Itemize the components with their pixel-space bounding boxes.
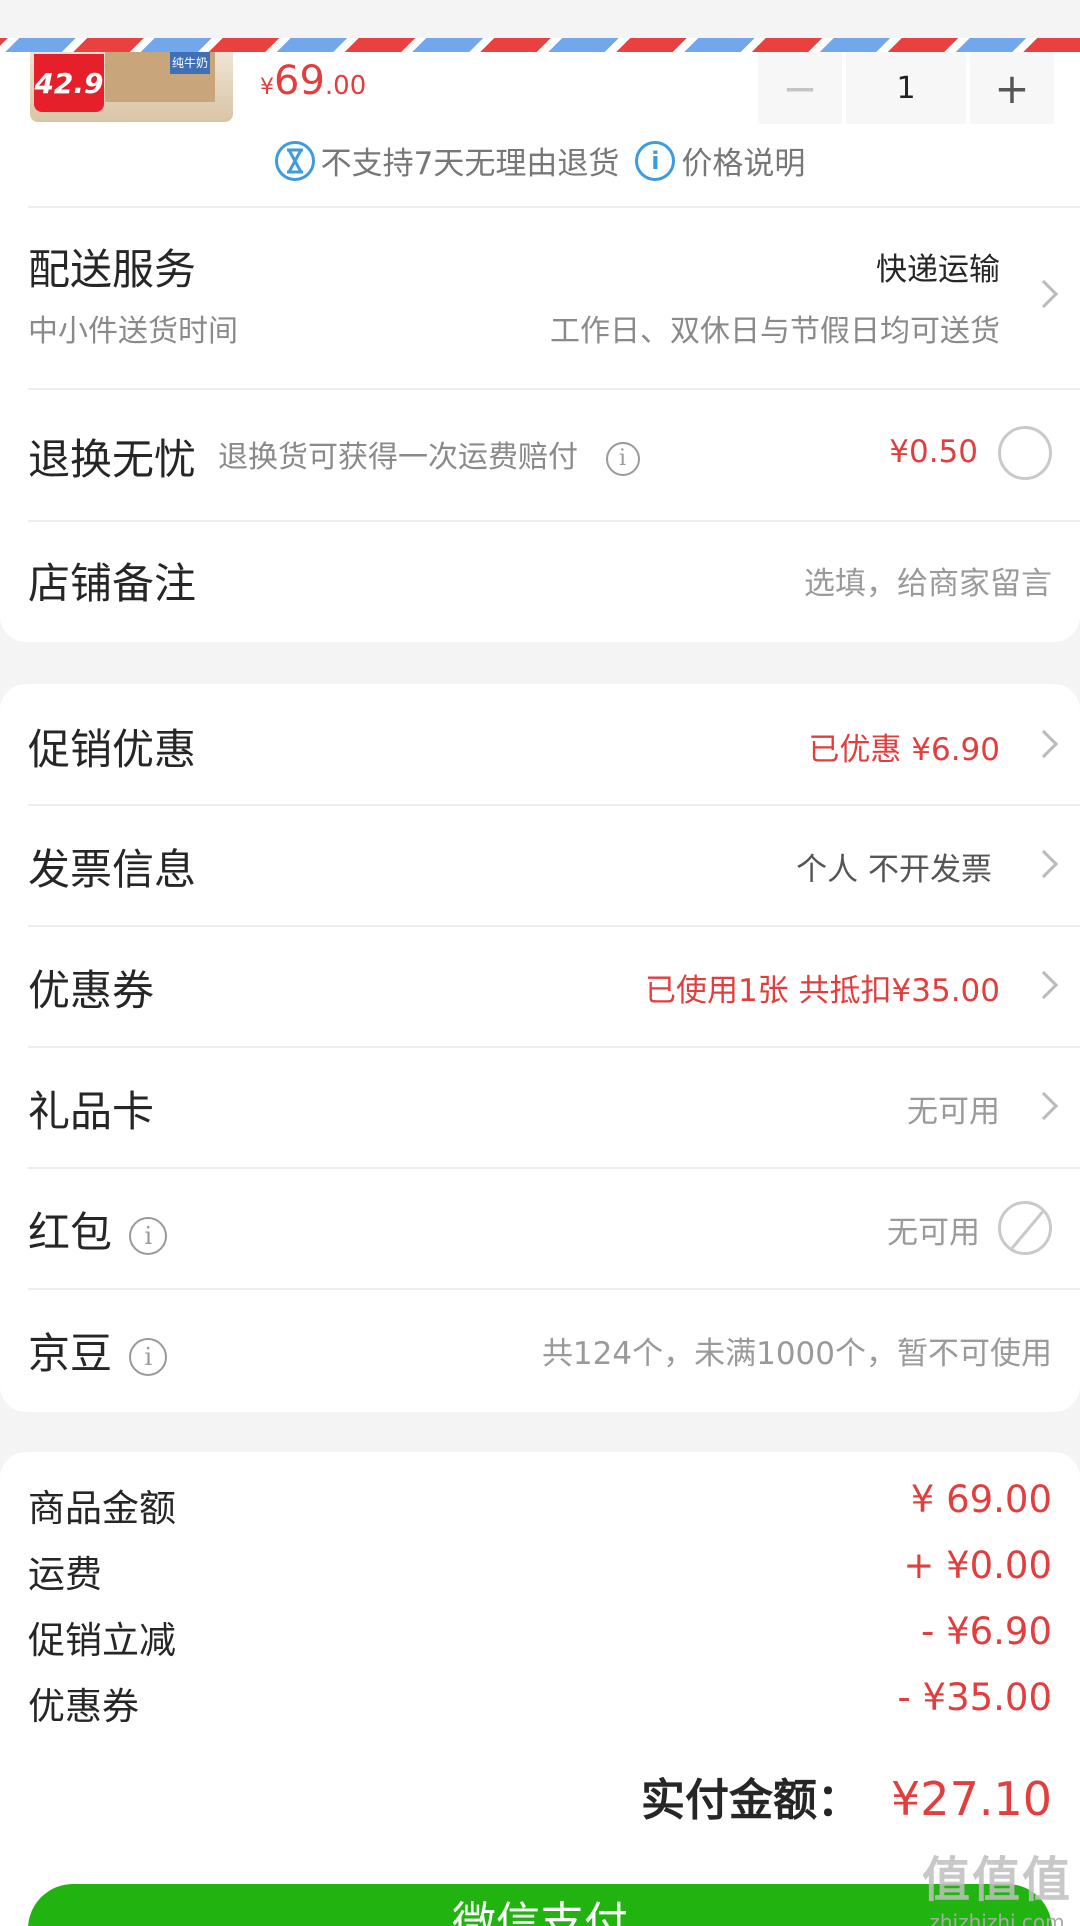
price-decimal: .00 bbox=[324, 71, 367, 101]
chevron-right-icon bbox=[1029, 729, 1059, 759]
gift-card-value: 无可用 bbox=[907, 1094, 1000, 1130]
delivery-value: 快递运输 bbox=[876, 252, 1000, 288]
summary-row: 促销立减 - ¥6.90 bbox=[28, 1610, 1052, 1662]
watermark: 值值值 zhizhizhi.com bbox=[922, 1840, 1072, 1926]
delivery-service-row[interactable]: 配送服务 快递运输 中小件送货时间 工作日、双休日与节假日均可送货 bbox=[0, 206, 1080, 388]
gift-card-label: 礼品卡 bbox=[28, 1087, 155, 1136]
coupon-row[interactable]: 优惠券 已使用1张 共抵扣¥35.00 bbox=[0, 925, 1080, 1046]
watermark-logo: 值值值 bbox=[921, 1852, 1072, 1908]
summary-value: ¥ 69.00 bbox=[910, 1478, 1052, 1521]
disabled-icon bbox=[998, 1201, 1052, 1255]
coupon-label: 优惠券 bbox=[28, 966, 155, 1015]
price-summary-card: 商品金额 ¥ 69.00 运费 + ¥0.00 促销立减 - ¥6.90 优惠券… bbox=[0, 1452, 1080, 1926]
red-packet-value: 无可用 bbox=[887, 1215, 980, 1251]
product-brand-label: 纯牛奶 bbox=[170, 52, 210, 74]
price-note-link[interactable]: 价格说明 bbox=[681, 138, 805, 183]
return-insurance-desc: 退换货可获得一次运费赔付 i bbox=[218, 432, 640, 476]
chevron-right-icon bbox=[1029, 1091, 1059, 1121]
info-icon[interactable]: i bbox=[129, 1216, 168, 1255]
price-tag-badge: 42.9 bbox=[34, 54, 104, 112]
gift-card-row[interactable]: 礼品卡 无可用 bbox=[0, 1046, 1080, 1167]
product-price: ¥69.00 bbox=[260, 58, 366, 104]
quantity-value[interactable]: 1 bbox=[842, 52, 970, 124]
summary-value: - ¥35.00 bbox=[897, 1676, 1052, 1719]
promotion-row[interactable]: 促销优惠 已优惠 ¥6.90 bbox=[0, 684, 1080, 804]
price-integer: 69 bbox=[274, 58, 325, 104]
increase-button[interactable]: + bbox=[970, 52, 1054, 124]
jd-beans-label: 京豆 i bbox=[28, 1320, 168, 1381]
watermark-url: zhizhizhi.com bbox=[929, 1910, 1065, 1926]
jd-beans-value: 共124个，未满1000个，暂不可使用 bbox=[541, 1336, 1052, 1372]
summary-value: + ¥0.00 bbox=[903, 1544, 1052, 1587]
shop-note-input[interactable]: 选填，给商家留言 bbox=[804, 558, 1052, 603]
delivery-time-label: 中小件送货时间 bbox=[28, 314, 238, 349]
product-notices: 不支持7天无理由退货 i 价格说明 bbox=[0, 138, 1080, 183]
red-packet-label: 红包 i bbox=[28, 1199, 168, 1260]
jd-beans-row: 京豆 i 共124个，未满1000个，暂不可使用 bbox=[0, 1288, 1080, 1412]
shop-note-row: 店铺备注 选填，给商家留言 bbox=[0, 520, 1080, 642]
order-item-card: 纯牛奶 42.9 ¥69.00 − 1 + 不支持7天无理由退货 i 价格说明 … bbox=[0, 52, 1080, 642]
airmail-border bbox=[0, 38, 1080, 52]
info-icon[interactable]: i bbox=[605, 441, 640, 476]
delivery-label: 配送服务 bbox=[28, 245, 197, 294]
total-amount: 实付金额： ¥27.10 bbox=[641, 1764, 1052, 1828]
delivery-time-value: 工作日、双休日与节假日均可送货 bbox=[550, 314, 1000, 349]
return-insurance-price: ¥0.50 bbox=[889, 434, 978, 470]
chevron-right-icon bbox=[1029, 279, 1059, 309]
invoice-row[interactable]: 发票信息 个人 不开发票 bbox=[0, 804, 1080, 925]
summary-row: 运费 + ¥0.00 bbox=[28, 1544, 1052, 1596]
chevron-right-icon bbox=[1029, 849, 1059, 879]
summary-label: 优惠券 bbox=[28, 1685, 139, 1728]
price-symbol: ¥ bbox=[260, 75, 274, 100]
invoice-value: 个人 不开发票 bbox=[796, 852, 992, 888]
info-icon[interactable]: i bbox=[635, 140, 676, 181]
product-thumbnail[interactable]: 纯牛奶 42.9 bbox=[30, 52, 233, 122]
total-label: 实付金额： bbox=[641, 1775, 862, 1826]
return-insurance-radio[interactable] bbox=[998, 426, 1052, 480]
no-return-text: 不支持7天无理由退货 bbox=[320, 146, 620, 182]
promotion-label: 促销优惠 bbox=[28, 725, 197, 774]
summary-value: - ¥6.90 bbox=[920, 1610, 1052, 1653]
return-insurance-row[interactable]: 退换无忧 退换货可获得一次运费赔付 i ¥0.50 bbox=[0, 388, 1080, 520]
coupon-value: 已使用1张 共抵扣¥35.00 bbox=[644, 973, 1000, 1009]
decrease-button[interactable]: − bbox=[758, 52, 842, 124]
summary-row: 商品金额 ¥ 69.00 bbox=[28, 1478, 1052, 1530]
summary-label: 商品金额 bbox=[28, 1487, 176, 1530]
wechat-pay-button[interactable]: 微信支付 bbox=[28, 1884, 1052, 1926]
red-packet-row: 红包 i 无可用 bbox=[0, 1167, 1080, 1288]
invoice-label: 发票信息 bbox=[28, 845, 197, 894]
chevron-right-icon bbox=[1029, 970, 1059, 1000]
info-icon[interactable]: i bbox=[129, 1337, 168, 1376]
quantity-stepper: − 1 + bbox=[758, 52, 1054, 124]
promotion-value: 已优惠 ¥6.90 bbox=[808, 732, 1000, 768]
no-return-icon bbox=[274, 140, 315, 181]
summary-row: 优惠券 - ¥35.00 bbox=[28, 1676, 1052, 1728]
summary-label: 促销立减 bbox=[28, 1619, 176, 1662]
return-insurance-label: 退换无忧 bbox=[28, 435, 197, 484]
total-value: ¥27.10 bbox=[891, 1772, 1052, 1826]
summary-label: 运费 bbox=[28, 1553, 102, 1596]
shop-note-label: 店铺备注 bbox=[28, 559, 197, 608]
payment-options-card: 促销优惠 已优惠 ¥6.90 发票信息 个人 不开发票 优惠券 已使用1张 共抵… bbox=[0, 684, 1080, 1412]
